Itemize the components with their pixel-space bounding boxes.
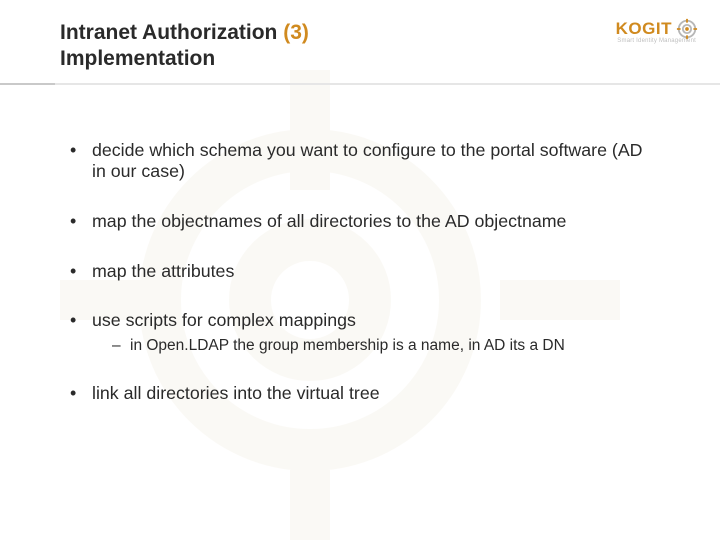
slide: Intranet Authorization (3) Implementatio… [0,0,720,540]
list-item: map the attributes [60,261,660,283]
bullet-text: map the attributes [92,261,234,281]
sub-bullet-text: in Open.LDAP the group membership is a n… [130,337,565,354]
header: Intranet Authorization (3) Implementatio… [0,20,720,73]
bullet-text: decide which schema you want to configur… [92,140,643,182]
content: decide which schema you want to configur… [0,85,720,406]
list-item: decide which schema you want to configur… [60,140,660,183]
bullet-list: decide which schema you want to configur… [60,140,660,406]
title-line1-pre: Intranet Authorization [60,21,283,44]
gear-target-icon [676,18,698,40]
bullet-text: map the objectnames of all directories t… [92,211,566,231]
list-item: use scripts for complex mappings in Open… [60,310,660,355]
brand-logo: KOGIT Smart Identity Management [616,18,698,40]
title-line1-accent: (3) [283,21,309,44]
sub-list: in Open.LDAP the group membership is a n… [92,336,660,355]
bullet-text: use scripts for complex mappings [92,310,356,330]
logo-text: KOGIT [616,19,672,39]
logo-tagline: Smart Identity Management [617,38,696,44]
title-line2: Implementation [60,47,215,70]
slide-title: Intranet Authorization (3) Implementatio… [60,20,700,73]
sub-list-item: in Open.LDAP the group membership is a n… [92,336,660,355]
list-item: map the objectnames of all directories t… [60,211,660,233]
list-item: link all directories into the virtual tr… [60,383,660,405]
bullet-text: link all directories into the virtual tr… [92,383,380,403]
